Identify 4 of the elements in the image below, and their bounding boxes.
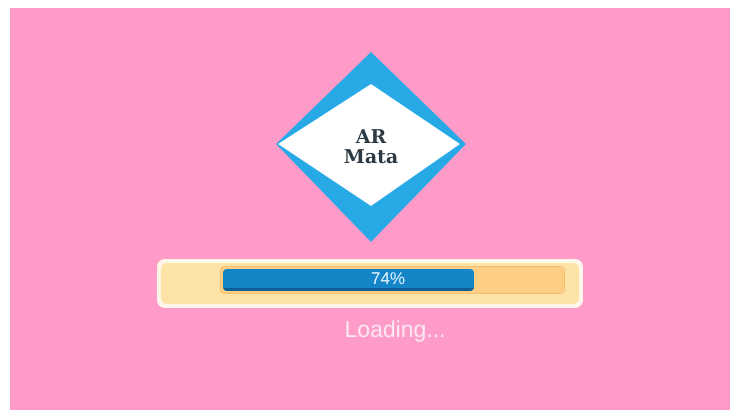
logo-text: Mata — [344, 147, 398, 167]
loading-text: Loading... — [344, 315, 446, 343]
logo-text: AR — [356, 127, 386, 147]
progress-percent: 74% — [371, 268, 406, 290]
